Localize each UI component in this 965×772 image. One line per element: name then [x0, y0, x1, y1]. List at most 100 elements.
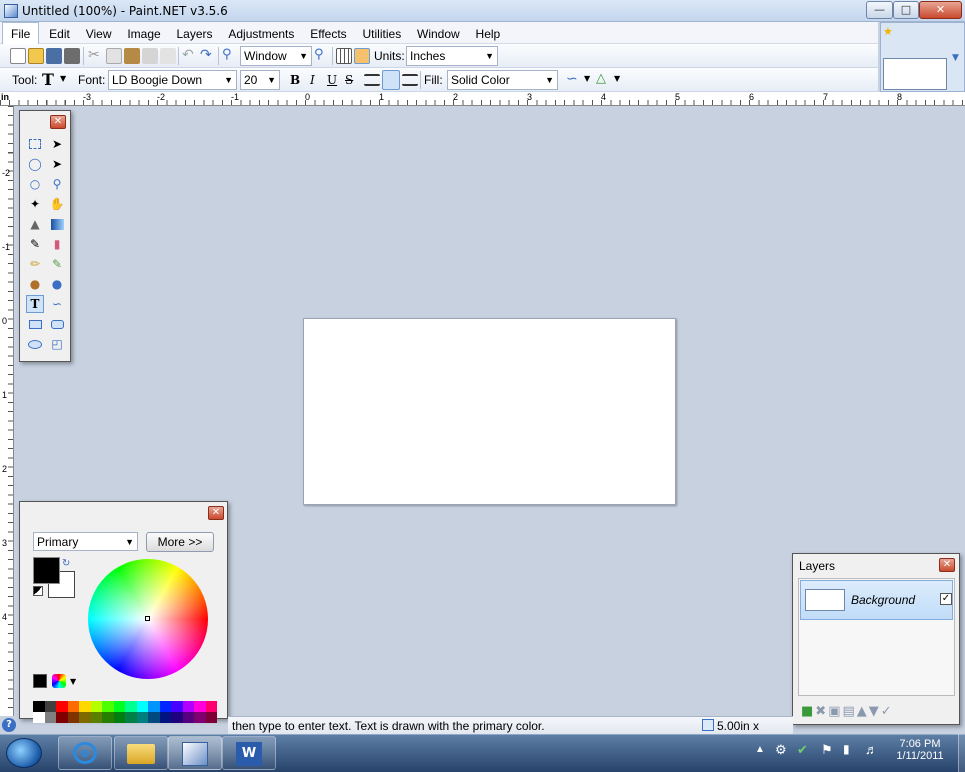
move-selection-icon[interactable]: ➤ — [48, 155, 66, 173]
tools-close-icon[interactable]: ✕ — [50, 115, 66, 129]
italic-button[interactable]: I — [310, 73, 315, 87]
palette-swatch[interactable] — [44, 712, 56, 723]
move-selected-pixels-icon[interactable]: ➤ — [48, 135, 66, 153]
primary-secondary-dropdown[interactable]: Primary ▼ — [33, 532, 138, 551]
font-dropdown[interactable]: LD Boogie Down ▼ — [108, 70, 237, 90]
palette-swatch[interactable] — [113, 701, 125, 712]
clock[interactable]: 7:06 PM 1/11/2011 — [888, 738, 952, 762]
menu-layers[interactable]: Layers — [171, 23, 219, 45]
eraser-icon[interactable]: ▮ — [48, 235, 66, 253]
units-dropdown[interactable]: Inches ▼ — [406, 46, 498, 66]
pencil-icon[interactable]: ✏ — [26, 255, 44, 273]
rulers-icon[interactable] — [354, 48, 370, 64]
zoom-dropdown[interactable]: Window ▼ — [240, 46, 312, 66]
align-center-icon[interactable] — [382, 70, 400, 90]
action-center-flag-icon[interactable]: ⚑ — [821, 742, 833, 758]
palette-swatch[interactable] — [136, 712, 148, 723]
palette-swatch[interactable] — [159, 712, 171, 723]
reset-colors-icon[interactable] — [33, 586, 43, 596]
underline-button[interactable]: U — [327, 73, 337, 87]
paste-icon[interactable] — [124, 48, 140, 64]
palette-swatch[interactable] — [125, 712, 137, 723]
merge-layer-down-icon[interactable]: ▤ — [843, 704, 855, 719]
cut-icon[interactable]: ✂ — [88, 48, 104, 64]
fill-dropdown[interactable]: Solid Color ▼ — [447, 70, 558, 90]
menu-view[interactable]: View — [80, 23, 118, 45]
layers-close-icon[interactable]: ✕ — [939, 558, 955, 572]
pan-icon[interactable]: ✋ — [48, 195, 66, 213]
rounded-rectangle-icon[interactable] — [48, 315, 66, 333]
menu-adjustments[interactable]: Adjustments — [222, 23, 300, 45]
minimize-button[interactable]: — — [866, 1, 893, 19]
palette-swatch[interactable] — [194, 701, 206, 712]
text-tool-icon[interactable]: T — [42, 70, 54, 89]
palette-swatch[interactable] — [148, 701, 160, 712]
save-icon[interactable] — [46, 48, 62, 64]
help-icon[interactable]: ? — [2, 718, 16, 732]
taskbar-word[interactable]: W — [222, 736, 276, 770]
duplicate-layer-icon[interactable]: ▣ — [828, 704, 840, 719]
new-image-icon[interactable] — [10, 48, 26, 64]
palette-swatch[interactable] — [182, 712, 194, 723]
font-size-dropdown[interactable]: 20 ▼ — [240, 70, 280, 90]
print-icon[interactable] — [64, 48, 80, 64]
image-thumbnail[interactable] — [883, 58, 947, 90]
delete-layer-icon[interactable]: ✖ — [815, 704, 826, 719]
paint-bucket-icon[interactable]: ▲ — [26, 215, 44, 233]
paintnet-app-icon[interactable] — [4, 4, 18, 18]
network-sync-icon[interactable]: ⚙ — [775, 742, 787, 758]
palette-swatch[interactable] — [33, 712, 45, 723]
blend-chevron-down-icon[interactable]: ▼ — [614, 74, 620, 83]
zoom-icon[interactable]: ⚲ — [48, 175, 66, 193]
maximize-button[interactable]: □ — [893, 1, 919, 19]
taskbar-internet-explorer[interactable]: e — [58, 736, 112, 770]
align-left-icon[interactable] — [364, 74, 380, 86]
antialiasing-chevron-down-icon[interactable]: ▼ — [584, 74, 590, 83]
recolor-icon[interactable]: ● — [48, 275, 66, 293]
grid-icon[interactable] — [336, 48, 352, 64]
menu-edit[interactable]: Edit — [43, 23, 76, 45]
menu-effects[interactable]: Effects — [304, 23, 352, 45]
menu-utilities[interactable]: Utilities — [357, 23, 408, 45]
taskbar-paintnet[interactable] — [168, 736, 222, 770]
palette-swatch[interactable] — [79, 712, 91, 723]
palette-swatch[interactable] — [90, 712, 102, 723]
copy-icon[interactable] — [106, 48, 122, 64]
start-button[interactable] — [6, 738, 42, 768]
image-canvas[interactable] — [303, 318, 676, 505]
more-button[interactable]: More >> — [146, 532, 214, 552]
undo-icon[interactable]: ↶ — [182, 48, 198, 64]
thumbnail-dropdown-icon[interactable]: ▼ — [952, 53, 959, 63]
security-check-icon[interactable]: ✔ — [797, 742, 808, 758]
ellipse-icon[interactable] — [26, 335, 44, 353]
palette-swatch[interactable] — [56, 712, 68, 723]
palette-swatch[interactable] — [67, 701, 79, 712]
palette-swatch[interactable] — [125, 701, 137, 712]
menu-help[interactable]: Help — [470, 23, 507, 45]
palette-swatch[interactable] — [205, 712, 217, 723]
palette-swatch[interactable] — [113, 712, 125, 723]
lasso-select-icon[interactable]: ◯ — [26, 155, 44, 173]
color-wheel[interactable] — [88, 559, 208, 679]
palette-swatch[interactable] — [182, 701, 194, 712]
volume-icon[interactable]: ♬ — [865, 742, 878, 757]
taskbar-explorer[interactable] — [114, 736, 168, 770]
gradient-icon[interactable] — [48, 215, 66, 233]
tool-chevron-down-icon[interactable]: ▼ — [60, 74, 66, 83]
align-right-icon[interactable] — [402, 74, 418, 86]
magic-wand-icon[interactable]: ✦ — [26, 195, 44, 213]
palette-swatch[interactable] — [44, 701, 56, 712]
paintbrush-icon[interactable]: ✎ — [26, 235, 44, 253]
redo-icon[interactable]: ↷ — [200, 48, 216, 64]
signal-strength-icon[interactable]: ▮ — [843, 742, 850, 756]
text-icon[interactable]: T — [26, 295, 44, 313]
layer-properties-icon[interactable]: ✓ — [881, 704, 892, 719]
primary-color-swatch[interactable] — [33, 557, 60, 584]
palette-swatch[interactable] — [56, 701, 68, 712]
show-hidden-icons[interactable]: ▲ — [755, 744, 765, 755]
move-layer-down-icon[interactable]: ▼ — [869, 704, 879, 719]
show-desktop-button[interactable] — [958, 734, 965, 772]
antialiasing-icon[interactable]: ∽ — [566, 72, 582, 88]
palette-swatch[interactable] — [79, 701, 91, 712]
palette-swatch[interactable] — [136, 701, 148, 712]
